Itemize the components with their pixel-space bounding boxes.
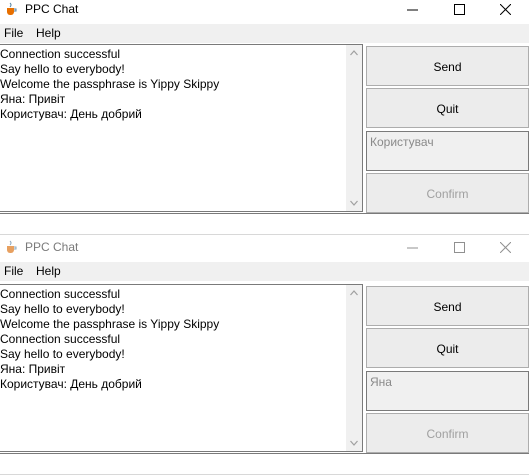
- menu-help[interactable]: Help: [36, 264, 61, 278]
- username-field[interactable]: Яна: [366, 371, 529, 411]
- chat-message: Say hello to everybody!: [0, 347, 125, 361]
- maximize-icon: [454, 242, 465, 253]
- menu-bar: File Help: [0, 24, 529, 43]
- menu-bar: File Help: [0, 262, 529, 281]
- menu-file[interactable]: File: [4, 264, 23, 278]
- scroll-down-icon: [350, 200, 358, 206]
- chat-log[interactable]: Connection successful Say hello to every…: [0, 44, 363, 212]
- minimize-button[interactable]: [390, 0, 436, 19]
- menu-file[interactable]: File: [4, 26, 23, 40]
- title-bar: PPC Chat: [0, 0, 529, 19]
- quit-button[interactable]: Quit: [366, 328, 529, 368]
- chat-window-1: PPC Chat File Help Connection successful…: [0, 0, 529, 237]
- java-cup-icon: [4, 240, 18, 254]
- window-title: PPC Chat: [25, 240, 79, 254]
- vertical-scrollbar[interactable]: [346, 285, 362, 451]
- menu-help[interactable]: Help: [36, 26, 61, 40]
- chat-message: Connection successful: [0, 287, 121, 301]
- minimize-icon: [407, 247, 418, 249]
- quit-button[interactable]: Quit: [366, 88, 529, 128]
- confirm-button[interactable]: Confirm: [366, 173, 529, 213]
- scroll-up-icon: [350, 50, 358, 56]
- maximize-button[interactable]: [437, 0, 483, 19]
- minimize-button[interactable]: [390, 238, 436, 257]
- chat-message: Яна: Привіт: [0, 362, 66, 376]
- close-button[interactable]: [483, 238, 529, 257]
- chat-message: Користувач: День добрий: [0, 377, 142, 391]
- username-field[interactable]: Користувач: [366, 131, 529, 171]
- maximize-icon: [454, 4, 465, 15]
- close-button[interactable]: [483, 0, 529, 19]
- message-input[interactable]: [0, 213, 529, 235]
- scroll-up-icon: [350, 290, 358, 296]
- title-bar: PPC Chat: [0, 238, 529, 257]
- close-icon: [500, 242, 511, 253]
- chat-message: Say hello to everybody!: [0, 302, 125, 316]
- scroll-down-icon: [350, 440, 358, 446]
- confirm-button[interactable]: Confirm: [366, 413, 529, 453]
- chat-message: Яна: Привіт: [0, 92, 66, 106]
- close-icon: [500, 4, 511, 15]
- chat-log[interactable]: Connection successful Say hello to every…: [0, 284, 363, 452]
- chat-message: Connection successful: [0, 47, 121, 61]
- message-input[interactable]: [0, 453, 529, 475]
- chat-message: Connection successful: [0, 332, 121, 346]
- maximize-button[interactable]: [437, 238, 483, 257]
- send-button[interactable]: Send: [366, 46, 529, 86]
- chat-message: Welcome the passphrase is Yippy Skippy: [0, 317, 220, 331]
- send-button[interactable]: Send: [366, 286, 529, 326]
- chat-message: Welcome the passphrase is Yippy Skippy: [0, 77, 220, 91]
- chat-message: Say hello to everybody!: [0, 62, 125, 76]
- minimize-icon: [407, 9, 418, 11]
- vertical-scrollbar[interactable]: [346, 45, 362, 211]
- window-title: PPC Chat: [25, 2, 79, 16]
- chat-window-2: PPC Chat File Help Connection successful…: [0, 238, 529, 476]
- java-cup-icon: [4, 2, 18, 16]
- chat-message: Користувач: День добрий: [0, 107, 142, 121]
